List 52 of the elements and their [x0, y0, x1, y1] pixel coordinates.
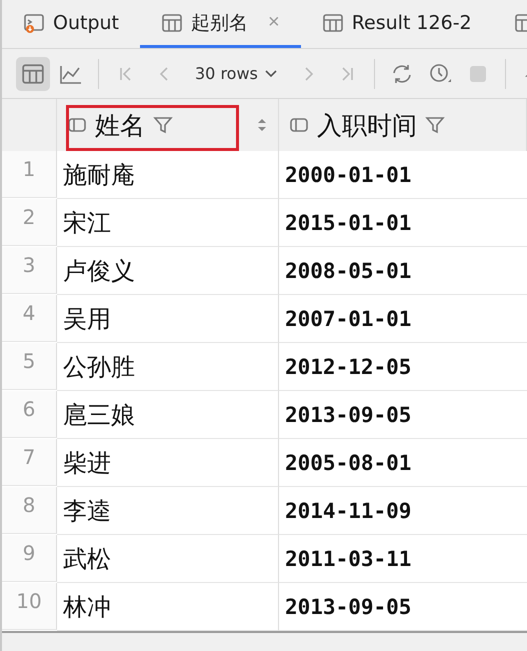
table-cell: 2005-08-01: [279, 439, 527, 487]
table-cell: 2015-01-01: [279, 199, 527, 247]
stop-icon: [468, 64, 488, 84]
column-header-label: 姓名: [95, 110, 145, 142]
table-cell: 2007-01-01: [279, 295, 527, 343]
table-icon: [322, 12, 344, 34]
tab-label: Result 126-2: [352, 12, 472, 34]
table-icon: [161, 12, 183, 34]
row-number: 7: [2, 439, 57, 486]
row-number: 10: [2, 583, 57, 630]
terminal-icon: [23, 12, 45, 34]
table-cell: 李逵: [57, 487, 279, 535]
table-cell: 2013-09-05: [279, 391, 527, 439]
table-cell: 2000-01-01: [279, 151, 527, 199]
filter-icon[interactable]: [153, 115, 173, 135]
page-size-dropdown[interactable]: 30 rows: [185, 64, 288, 83]
tab[interactable]: Output: [2, 0, 140, 48]
table-cell: 林冲: [57, 583, 279, 631]
table-cell: 施耐庵: [57, 151, 279, 199]
column-icon: [289, 115, 309, 135]
table-cell: 2012-12-05: [279, 343, 527, 391]
row-number: 2: [2, 199, 57, 246]
row-number: 4: [2, 295, 57, 342]
row-number: 1: [2, 151, 57, 198]
view-toggle-button[interactable]: [16, 56, 50, 90]
row-number: 6: [2, 391, 57, 438]
tab-label: 起别名: [191, 10, 248, 36]
column-header[interactable]: 入职时间: [279, 99, 527, 151]
table-icon: [21, 62, 45, 86]
tab[interactable]: Result 126-2: [300, 0, 493, 48]
column-header-label: 入职时间: [317, 110, 417, 142]
chevron-down-icon: [264, 68, 278, 78]
table-cell: 公孙胜: [57, 343, 279, 391]
row-number: 8: [2, 487, 57, 534]
table-cell: 扈三娘: [57, 391, 279, 439]
table-cell: 吴用: [57, 295, 279, 343]
row-number: 5: [2, 343, 57, 390]
row-number: 3: [2, 247, 57, 294]
tab[interactable]: 起别名 ×: [140, 0, 301, 48]
row-number: 9: [2, 535, 57, 582]
sort-icon[interactable]: [256, 116, 268, 134]
table-cell: 卢俊义: [57, 247, 279, 295]
tab-label: Output: [53, 12, 119, 34]
table-cell: 宋江: [57, 199, 279, 247]
table-cell: 柴进: [57, 439, 279, 487]
table-cell: 2013-09-05: [279, 583, 527, 631]
filter-icon[interactable]: [425, 115, 445, 135]
table-cell: 2011-03-11: [279, 535, 527, 583]
table-cell: 武松: [57, 535, 279, 583]
table-cell: 2014-11-09: [279, 487, 527, 535]
table-cell: 2008-05-01: [279, 247, 527, 295]
column-icon: [67, 115, 87, 135]
